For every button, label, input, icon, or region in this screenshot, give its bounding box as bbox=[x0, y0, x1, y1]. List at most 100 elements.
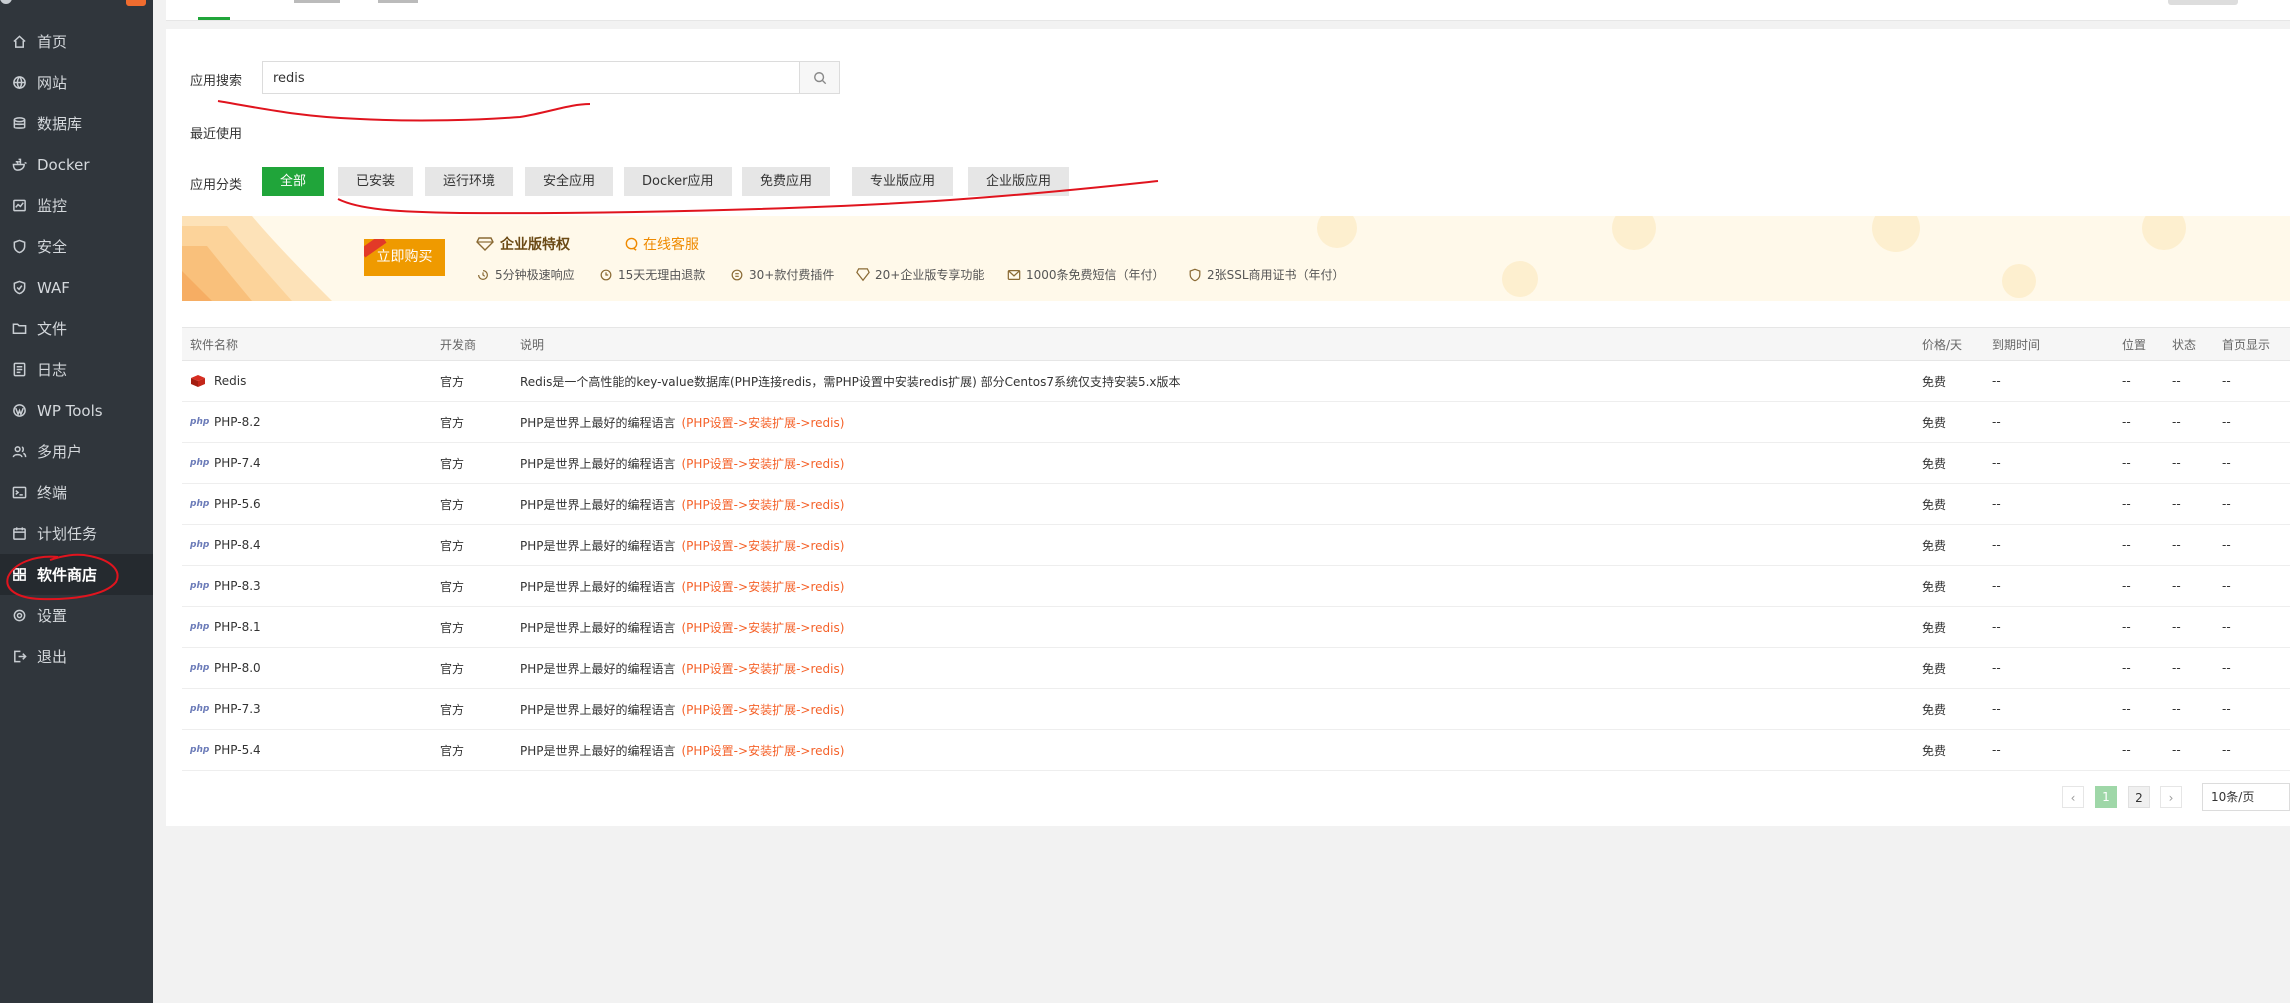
sidebar-item-15[interactable]: 退出 bbox=[0, 636, 153, 677]
category-button-0[interactable]: 全部 bbox=[262, 167, 325, 196]
vendor-cell: 官方 bbox=[440, 497, 465, 512]
table-row[interactable]: Redis 官方 Redis是一个高性能的key-value数据库(PHP连接red… bbox=[182, 361, 2290, 402]
search-input[interactable] bbox=[263, 62, 795, 95]
home-display-cell: -- bbox=[2222, 415, 2231, 429]
software-name-cell[interactable]: php PHP-8.1 bbox=[190, 607, 261, 647]
table-row[interactable]: php PHP-7.3 官方 PHP是世界上最好的编程语言 (PHP设置->安装扩展->… bbox=[182, 689, 2290, 730]
install-hint-link[interactable]: (PHP设置->安装扩展->redis) bbox=[682, 701, 845, 718]
table-row[interactable]: php PHP-5.4 官方 PHP是世界上最好的编程语言 (PHP设置->安装扩展->… bbox=[182, 730, 2290, 771]
install-hint-link[interactable]: (PHP设置->安装扩展->redis) bbox=[682, 660, 845, 677]
page-size-select[interactable]: 10条/页 bbox=[2202, 783, 2290, 811]
sidebar-item-1[interactable]: 网站 bbox=[0, 62, 153, 103]
install-hint-link[interactable]: (PHP设置->安装扩展->redis) bbox=[682, 496, 845, 513]
install-hint-link[interactable]: (PHP设置->安装扩展->redis) bbox=[682, 455, 845, 472]
top-right-control[interactable] bbox=[2168, 0, 2238, 5]
software-name: PHP-8.0 bbox=[214, 661, 261, 675]
category-button-3[interactable]: 安全应用 bbox=[525, 167, 614, 196]
software-name-cell[interactable]: php PHP-5.4 bbox=[190, 730, 261, 770]
sidebar-item-14[interactable]: 设置 bbox=[0, 595, 153, 636]
feature-icon bbox=[478, 269, 488, 280]
prev-page-button[interactable]: ‹ bbox=[2062, 786, 2084, 808]
sidebar-item-6[interactable]: WAF bbox=[0, 267, 153, 308]
online-service-link[interactable]: 在线客服 bbox=[624, 234, 699, 254]
page-2-button[interactable]: 2 bbox=[2128, 786, 2150, 808]
sidebar-item-2[interactable]: 数据库 bbox=[0, 103, 153, 144]
software-name: PHP-7.3 bbox=[214, 702, 261, 716]
status-cell: -- bbox=[2172, 743, 2181, 757]
banner-decoration bbox=[1502, 261, 1538, 297]
buy-now-label: 立即购买 bbox=[376, 249, 433, 265]
tab-label-fragment[interactable] bbox=[378, 0, 418, 3]
table-row[interactable]: php PHP-8.1 官方 PHP是世界上最好的编程语言 (PHP设置->安装扩展->… bbox=[182, 607, 2290, 648]
php-icon: php bbox=[190, 622, 210, 632]
php-icon: php bbox=[190, 704, 210, 714]
sidebar-item-9[interactable]: WP Tools bbox=[0, 390, 153, 431]
location-cell: -- bbox=[2122, 456, 2131, 470]
category-button-1[interactable]: 已安装 bbox=[338, 167, 414, 196]
php-icon: php bbox=[190, 458, 210, 468]
software-name-cell[interactable]: php PHP-8.0 bbox=[190, 648, 261, 688]
software-name-cell[interactable]: php PHP-5.6 bbox=[190, 484, 261, 524]
table-row[interactable]: php PHP-8.3 官方 PHP是世界上最好的编程语言 (PHP设置->安装扩展->… bbox=[182, 566, 2290, 607]
page-1-button[interactable]: 1 bbox=[2095, 786, 2117, 808]
location-cell: -- bbox=[2122, 415, 2131, 429]
install-hint-link[interactable]: (PHP设置->安装扩展->redis) bbox=[682, 414, 845, 431]
category-button-2[interactable]: 运行环境 bbox=[425, 167, 514, 196]
feature-text: 2张SSL商用证书（年付） bbox=[1207, 268, 1345, 282]
php-icon: php bbox=[190, 540, 210, 550]
tab-label-fragment[interactable] bbox=[294, 0, 340, 3]
description-text: PHP是世界上最好的编程语言 bbox=[520, 661, 676, 676]
software-name-cell[interactable]: php PHP-8.2 bbox=[190, 402, 261, 442]
sidebar-item-10[interactable]: 多用户 bbox=[0, 431, 153, 472]
sidebar-item-3[interactable]: Docker bbox=[0, 144, 153, 185]
category-button-4[interactable]: Docker应用 bbox=[624, 167, 732, 196]
gear-icon bbox=[11, 608, 27, 624]
software-name-cell[interactable]: Redis bbox=[190, 361, 246, 401]
status-cell: -- bbox=[2172, 497, 2181, 511]
install-hint-link[interactable]: (PHP设置->安装扩展->redis) bbox=[682, 537, 845, 554]
table-row[interactable]: php PHP-8.2 官方 PHP是世界上最好的编程语言 (PHP设置->安装扩展->… bbox=[182, 402, 2290, 443]
table-row[interactable]: php PHP-8.0 官方 PHP是世界上最好的编程语言 (PHP设置->安装扩展->… bbox=[182, 648, 2290, 689]
software-name-cell[interactable]: php PHP-7.4 bbox=[190, 443, 261, 483]
sidebar-item-label: 退出 bbox=[37, 648, 68, 666]
home-display-cell: -- bbox=[2222, 538, 2231, 552]
table-row[interactable]: php PHP-8.4 官方 PHP是世界上最好的编程语言 (PHP设置->安装扩展->… bbox=[182, 525, 2290, 566]
sidebar-item-5[interactable]: 安全 bbox=[0, 226, 153, 267]
feature-item: 1000条免费短信（年付） bbox=[1007, 266, 1165, 283]
table-row[interactable]: php PHP-7.4 官方 PHP是世界上最好的编程语言 (PHP设置->安装扩展->… bbox=[182, 443, 2290, 484]
status-cell: -- bbox=[2172, 579, 2181, 593]
sidebar-item-4[interactable]: 监控 bbox=[0, 185, 153, 226]
sidebar-item-13[interactable]: 软件商店 bbox=[0, 554, 153, 595]
software-name-cell[interactable]: php PHP-8.3 bbox=[190, 566, 261, 606]
sidebar-item-label: WAF bbox=[37, 278, 70, 297]
category-button-5[interactable]: 免费应用 bbox=[742, 167, 831, 196]
sidebar-item-label: 安全 bbox=[37, 238, 68, 256]
install-hint-link[interactable]: (PHP设置->安装扩展->redis) bbox=[682, 619, 845, 636]
category-button-7[interactable]: 企业版应用 bbox=[968, 167, 1070, 196]
software-name-cell[interactable]: php PHP-7.3 bbox=[190, 689, 261, 729]
sidebar-item-12[interactable]: 计划任务 bbox=[0, 513, 153, 554]
page-size-value: 10条/页 bbox=[2211, 790, 2255, 804]
table-row[interactable]: php PHP-5.6 官方 PHP是世界上最好的编程语言 (PHP设置->安装扩展->… bbox=[182, 484, 2290, 525]
column-header: 状态 bbox=[2172, 337, 2197, 352]
category-button-6[interactable]: 专业版应用 bbox=[852, 167, 954, 196]
install-hint-link[interactable]: (PHP设置->安装扩展->redis) bbox=[682, 578, 845, 595]
status-cell: -- bbox=[2172, 661, 2181, 675]
software-name-cell[interactable]: php PHP-8.4 bbox=[190, 525, 261, 565]
next-page-button[interactable]: › bbox=[2160, 786, 2182, 808]
sidebar-item-8[interactable]: 日志 bbox=[0, 349, 153, 390]
price-cell: 免费 bbox=[1922, 620, 1947, 635]
column-header: 价格/天 bbox=[1922, 337, 1963, 352]
sidebar-item-0[interactable]: 首页 bbox=[0, 21, 153, 62]
sidebar-item-11[interactable]: 终端 bbox=[0, 472, 153, 513]
description-cell: PHP是世界上最好的编程语言 (PHP设置->安装扩展->redis) bbox=[520, 566, 844, 606]
sidebar-item-7[interactable]: 文件 bbox=[0, 308, 153, 349]
notification-badge[interactable] bbox=[126, 0, 146, 6]
expire-cell: -- bbox=[1992, 538, 2001, 552]
column-header: 软件名称 bbox=[190, 337, 239, 352]
status-cell: -- bbox=[2172, 620, 2181, 634]
feature-text: 1000条免费短信（年付） bbox=[1026, 268, 1165, 282]
search-button[interactable] bbox=[799, 62, 839, 93]
buy-now-button[interactable]: 立即购买 bbox=[364, 239, 445, 276]
install-hint-link[interactable]: (PHP设置->安装扩展->redis) bbox=[682, 742, 845, 759]
